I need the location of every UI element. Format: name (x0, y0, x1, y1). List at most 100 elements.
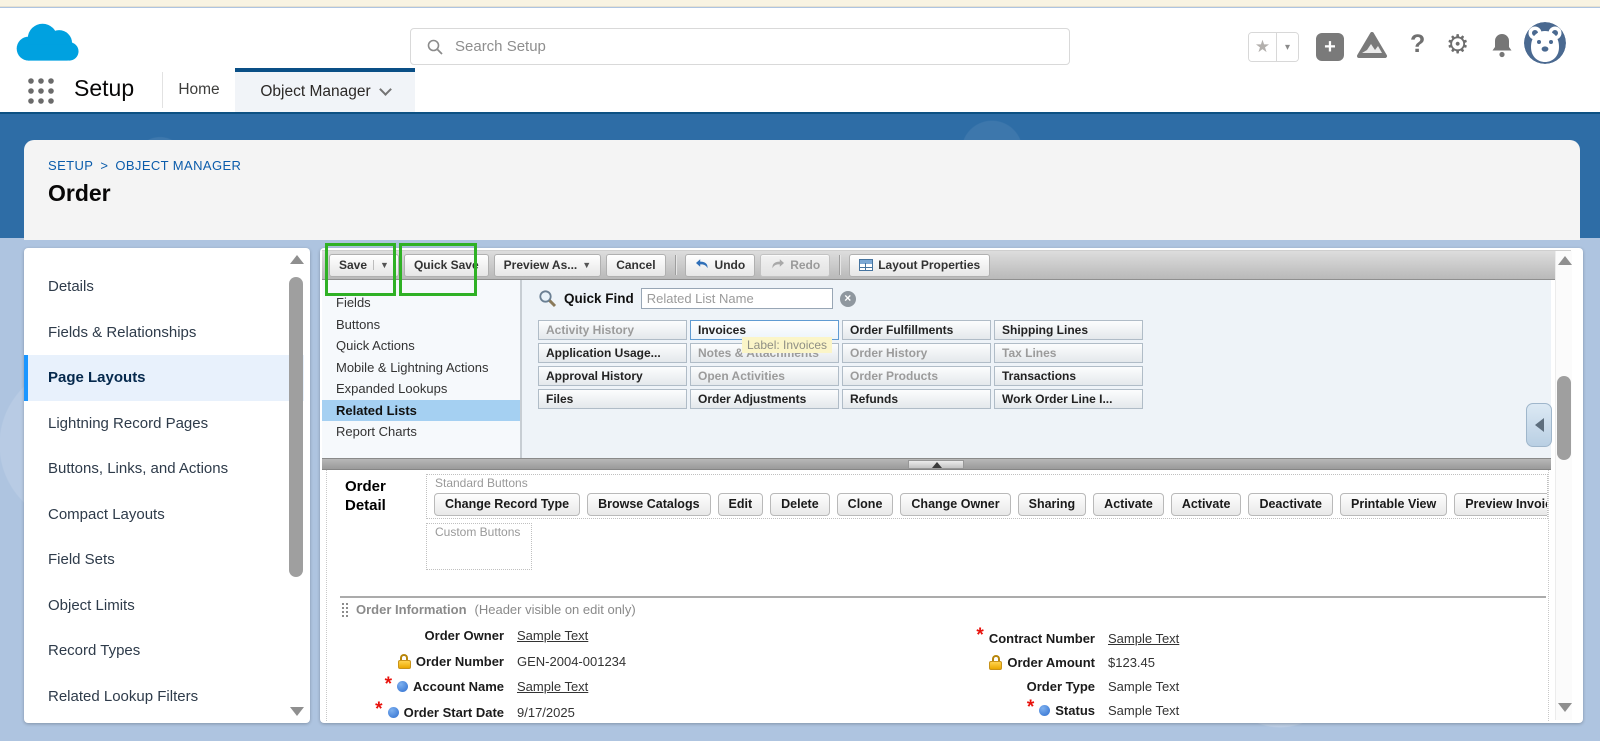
std-button[interactable]: Activate (1171, 493, 1242, 516)
std-button[interactable]: Preview Invoices (1454, 493, 1548, 516)
palette-item[interactable]: Refunds (842, 389, 991, 409)
sidebar-item-related-lookup-filters[interactable]: Related Lookup Filters (24, 674, 304, 720)
sidebar-scrollbar[interactable] (288, 251, 305, 720)
required-icon: * (976, 631, 983, 645)
palette-canvas-splitter[interactable] (322, 458, 1551, 470)
field-row[interactable]: Order Type Sample Text (752, 674, 1179, 698)
collapse-panel-button[interactable] (1526, 403, 1552, 447)
scroll-down-icon[interactable] (290, 707, 304, 716)
favorites-caret-icon[interactable]: ▾ (1276, 33, 1298, 61)
palette-item[interactable]: Order History (842, 343, 991, 363)
notifications-bell-icon[interactable] (1490, 32, 1514, 63)
category-fields[interactable]: Fields (322, 292, 520, 314)
scroll-up-icon[interactable] (290, 255, 304, 264)
element-palette: Fields Buttons Quick Actions Mobile & Li… (322, 280, 1551, 458)
palette-item[interactable]: Work Order Line I... (994, 389, 1143, 409)
save-button[interactable]: Save ▼ (329, 254, 399, 277)
scrollbar-thumb[interactable] (289, 277, 303, 577)
tab-object-manager[interactable]: Object Manager (235, 68, 415, 112)
app-launcher-icon[interactable] (26, 76, 56, 111)
layout-canvas: Order Detail Standard Buttons Change Rec… (322, 470, 1551, 721)
global-search-input[interactable] (455, 38, 1069, 55)
favorites-control[interactable]: ★ ▾ (1248, 32, 1299, 62)
setup-banner: SETUP OBJECT MANAGER Order (0, 112, 1600, 238)
preview-as-button[interactable]: Preview As... ▼ (494, 254, 602, 277)
quick-save-button[interactable]: Quick Save (404, 254, 489, 277)
scroll-down-icon[interactable] (1558, 703, 1572, 712)
std-button[interactable]: Sharing (1018, 493, 1087, 516)
favorites-star-icon[interactable]: ★ (1249, 33, 1276, 61)
palette-item[interactable]: Approval History (538, 366, 687, 386)
category-quick-actions[interactable]: Quick Actions (322, 335, 520, 357)
global-search[interactable] (410, 28, 1070, 65)
splitter-collapse-handle[interactable] (908, 460, 964, 469)
tab-home[interactable]: Home (163, 68, 235, 112)
sidebar-item-object-limits[interactable]: Object Limits (24, 583, 304, 629)
category-mobile-lightning-actions[interactable]: Mobile & Lightning Actions (322, 357, 520, 379)
editor-scrollbar[interactable] (1555, 251, 1572, 720)
breadcrumb-object-manager[interactable]: OBJECT MANAGER (115, 158, 241, 173)
std-button[interactable]: Deactivate (1248, 493, 1333, 516)
field-row[interactable]: Order Owner Sample Text (322, 623, 626, 649)
undo-button[interactable]: Undo (685, 254, 756, 277)
field-row[interactable]: * Status Sample Text (752, 698, 1179, 721)
field-row[interactable]: * Order Start Date 9/17/2025 (322, 700, 626, 722)
std-button[interactable]: Browse Catalogs (587, 493, 710, 516)
user-avatar[interactable] (1524, 22, 1566, 64)
setup-gear-icon[interactable]: ⚙ (1446, 29, 1469, 60)
field-row[interactable]: * Contract Number Sample Text (752, 626, 1179, 650)
quick-find-input[interactable] (641, 288, 833, 309)
std-button[interactable]: Edit (718, 493, 764, 516)
sidebar-item-fields-relationships[interactable]: Fields & Relationships (24, 310, 304, 356)
category-expanded-lookups[interactable]: Expanded Lookups (322, 378, 520, 400)
save-dropdown-caret-icon[interactable]: ▼ (373, 260, 389, 270)
palette-item[interactable]: Transactions (994, 366, 1143, 386)
std-button[interactable]: Activate (1093, 493, 1164, 516)
sidebar-item-compact-layouts[interactable]: Compact Layouts (24, 492, 304, 538)
palette-item[interactable]: Activity History (538, 320, 687, 340)
field-row[interactable]: Order Number GEN-2004-001234 (322, 649, 626, 675)
help-icon[interactable]: ? (1410, 30, 1425, 59)
sidebar-item-page-layouts[interactable]: Page Layouts (24, 355, 304, 401)
breadcrumb-setup[interactable]: SETUP (48, 158, 93, 173)
palette-item[interactable]: Order Adjustments (690, 389, 839, 409)
scroll-up-icon[interactable] (1558, 256, 1572, 265)
field-row[interactable]: Order Amount $123.45 (752, 650, 1179, 674)
cancel-button[interactable]: Cancel (606, 254, 665, 277)
std-button[interactable]: Change Record Type (434, 493, 580, 516)
layout-properties-button[interactable]: Layout Properties (849, 254, 990, 277)
std-button[interactable]: Change Owner (900, 493, 1010, 516)
category-report-charts[interactable]: Report Charts (322, 421, 520, 443)
category-buttons[interactable]: Buttons (322, 314, 520, 336)
std-button[interactable]: Printable View (1340, 493, 1447, 516)
scrollbar-thumb[interactable] (1557, 376, 1571, 460)
palette-item[interactable]: Files (538, 389, 687, 409)
custom-buttons-label: Custom Buttons (435, 525, 520, 539)
trailhead-icon[interactable] (1356, 32, 1388, 65)
palette-item[interactable]: Order Products (842, 366, 991, 386)
preview-as-caret-icon: ▼ (582, 260, 591, 270)
sidebar-item-field-sets[interactable]: Field Sets (24, 537, 304, 583)
palette-item[interactable]: Tax Lines (994, 343, 1143, 363)
clear-search-icon[interactable]: × (840, 291, 856, 307)
palette-item[interactable]: Shipping Lines (994, 320, 1143, 340)
palette-item[interactable]: Application Usage... (538, 343, 687, 363)
std-button[interactable]: Clone (837, 493, 894, 516)
required-icon: * (375, 705, 382, 719)
global-actions-icon[interactable]: + (1316, 33, 1344, 61)
breadcrumb-separator (100, 158, 108, 173)
sidebar-item-details[interactable]: Details (24, 264, 304, 310)
palette-item[interactable]: Open Activities (690, 366, 839, 386)
sidebar-item-lightning-record-pages[interactable]: Lightning Record Pages (24, 401, 304, 447)
field-row[interactable]: * Account Name Sample Text (322, 674, 626, 700)
controlling-field-icon (397, 681, 408, 692)
category-related-lists[interactable]: Related Lists (322, 400, 520, 422)
std-button[interactable]: Delete (770, 493, 830, 516)
quick-find-label: Quick Find (564, 291, 634, 306)
redo-button[interactable]: Redo (760, 254, 830, 277)
drag-handle-icon[interactable] (342, 603, 348, 617)
sidebar-item-buttons-links-actions[interactable]: Buttons, Links, and Actions (24, 446, 304, 492)
palette-item[interactable]: Order Fulfillments (842, 320, 991, 340)
sidebar-item-record-types[interactable]: Record Types (24, 628, 304, 674)
order-information-header[interactable]: Order Information (Header visible on edi… (342, 602, 636, 617)
